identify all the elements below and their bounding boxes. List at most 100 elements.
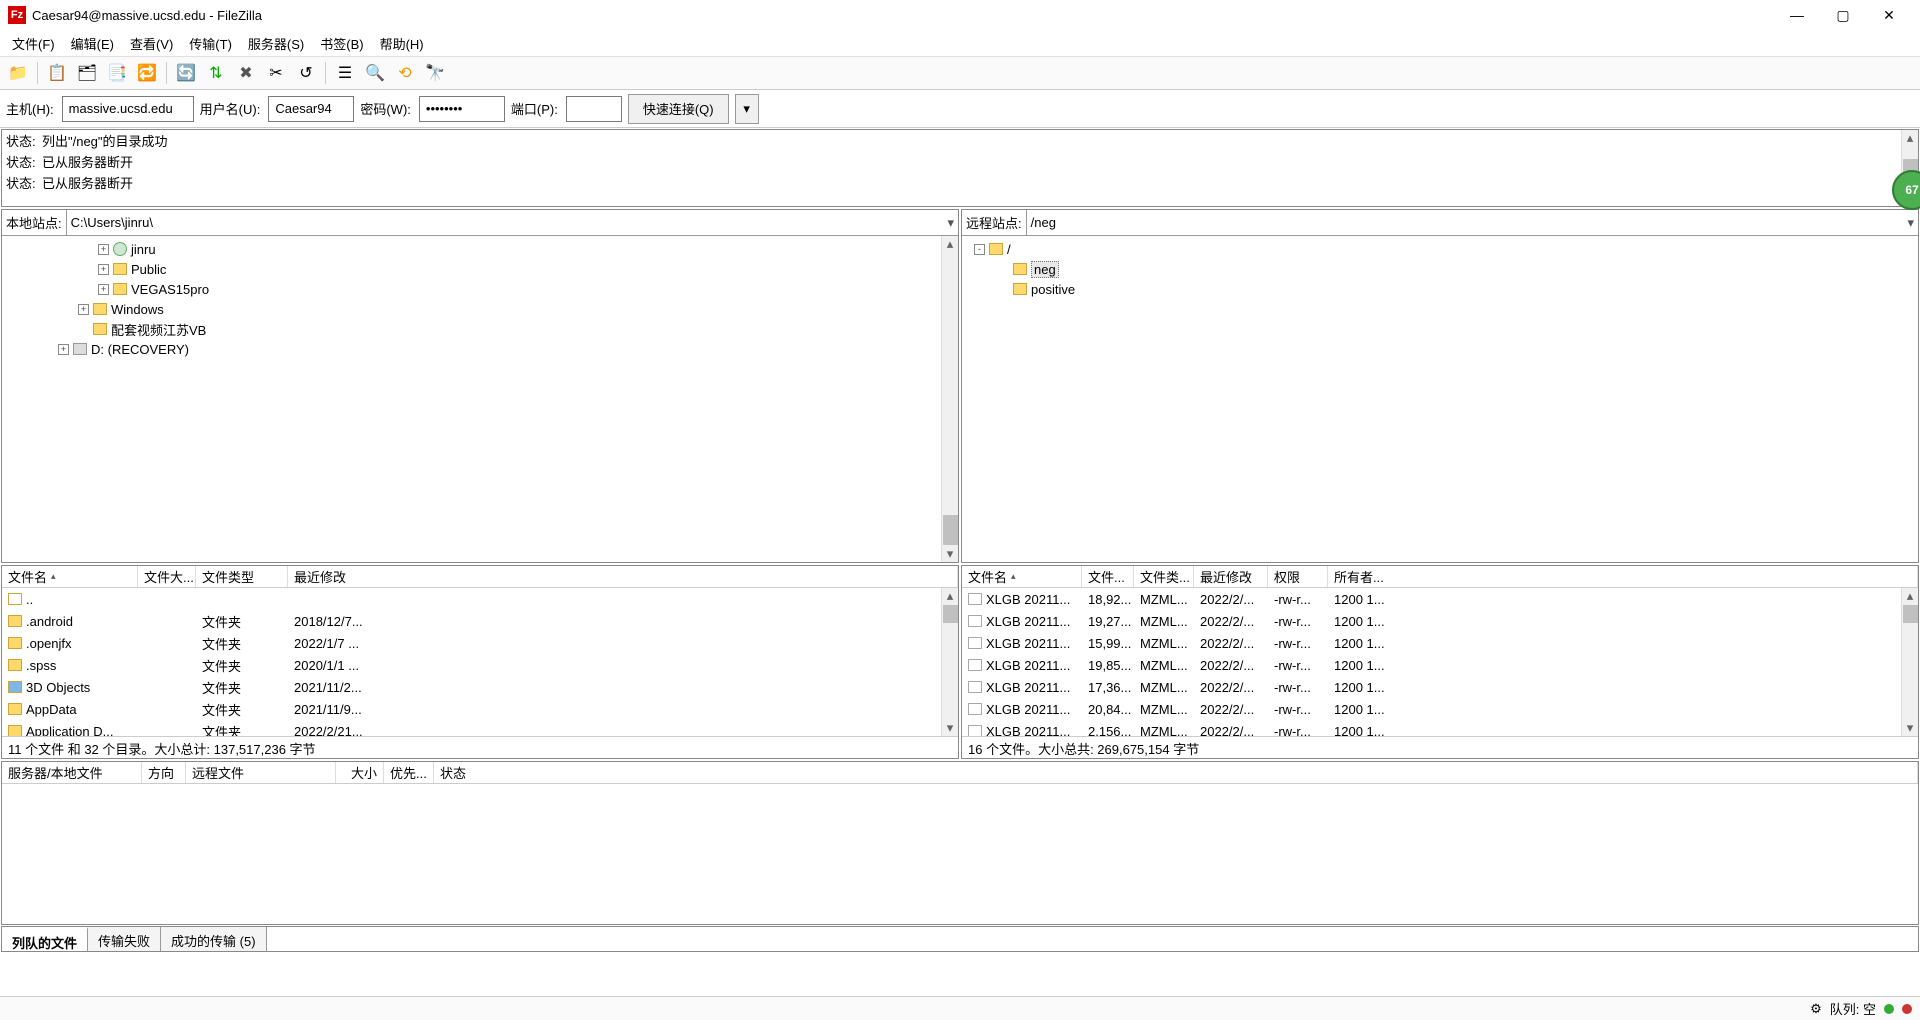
menu-help[interactable]: 帮助(H)	[372, 31, 432, 56]
remote-path-combo[interactable]: /neg ▾	[1026, 210, 1918, 235]
tree-node[interactable]: +jinru	[8, 239, 952, 259]
col-perm[interactable]: 权限	[1268, 566, 1328, 587]
list-item[interactable]: AppData文件夹2021/11/9...	[2, 698, 958, 720]
process-queue-icon[interactable]: ⇅	[202, 59, 230, 87]
scrollbar[interactable]: ▴▾	[941, 588, 958, 736]
scrollbar[interactable]: ▴▾	[941, 236, 958, 562]
col-type[interactable]: 文件类型	[196, 566, 288, 587]
menu-transfer[interactable]: 传输(T)	[181, 31, 240, 56]
list-item[interactable]: 3D Objects文件夹2021/11/2...	[2, 676, 958, 698]
list-item[interactable]: XLGB 20211...20,84...MZML...2022/2/...-r…	[962, 698, 1918, 720]
refresh-icon[interactable]: 🔄	[172, 59, 200, 87]
toggle-queue-icon[interactable]: 📑	[103, 59, 131, 87]
toggle-log-icon[interactable]: 📋	[43, 59, 71, 87]
list-item[interactable]: Application D...文件夹2022/2/21...	[2, 720, 958, 736]
col-modified[interactable]: 最近修改	[1194, 566, 1268, 587]
sitemanager-icon[interactable]: 📁	[4, 59, 32, 87]
menu-view[interactable]: 查看(V)	[122, 31, 181, 56]
close-button[interactable]: ✕	[1866, 0, 1912, 30]
remote-site-label: 远程站点:	[962, 213, 1026, 232]
tab-failed[interactable]: 传输失败	[88, 927, 161, 951]
local-status: 11 个文件 和 32 个目录。大小总计: 137,517,236 字节	[2, 736, 958, 758]
pass-input[interactable]	[419, 96, 505, 122]
port-label: 端口(P):	[511, 99, 560, 118]
col-priority[interactable]: 优先...	[384, 762, 434, 783]
col-size[interactable]: 文件大...	[138, 566, 196, 587]
tree-toggle[interactable]: -	[974, 244, 985, 255]
menu-edit[interactable]: 编辑(E)	[63, 31, 122, 56]
sync-browse-icon[interactable]: 🔁	[133, 59, 161, 87]
list-item[interactable]: .openjfx文件夹2022/1/7 ...	[2, 632, 958, 654]
tree-toggle[interactable]: +	[98, 284, 109, 295]
quickconnect-dropdown[interactable]: ▾	[735, 94, 759, 124]
file-icon	[968, 615, 982, 627]
port-input[interactable]	[566, 96, 622, 122]
col-size[interactable]: 大小	[336, 762, 384, 783]
tree-toggle[interactable]: +	[98, 264, 109, 275]
queue-body	[2, 784, 1918, 924]
local-site-label: 本地站点:	[2, 213, 66, 232]
tree-node[interactable]: +VEGAS15pro	[8, 279, 952, 299]
col-server[interactable]: 服务器/本地文件	[2, 762, 142, 783]
local-tree[interactable]: ▴▾ +jinru+Public+VEGAS15pro+Windows配套视频江…	[2, 236, 958, 562]
menu-server[interactable]: 服务器(S)	[240, 31, 312, 56]
scrollbar[interactable]: ▴▾	[1901, 588, 1918, 736]
tree-toggle[interactable]: +	[98, 244, 109, 255]
tree-node[interactable]: +Windows	[8, 299, 952, 319]
tab-queued[interactable]: 列队的文件	[2, 927, 88, 951]
local-path-combo[interactable]: C:\Users\jinru\ ▾	[66, 210, 958, 235]
tab-success[interactable]: 成功的传输 (5)	[161, 927, 267, 951]
remote-tree[interactable]: -/negpositive	[962, 236, 1918, 562]
list-item[interactable]: .android文件夹2018/12/7...	[2, 610, 958, 632]
col-modified[interactable]: 最近修改	[288, 566, 958, 587]
host-label: 主机(H):	[6, 99, 56, 118]
col-name[interactable]: 文件名▴	[962, 566, 1082, 587]
cancel-icon[interactable]: ✖	[232, 59, 260, 87]
tree-node[interactable]: +D: (RECOVERY)	[8, 339, 952, 359]
local-file-list[interactable]: 文件名▴ 文件大... 文件类型 最近修改 ...android文件夹2018/…	[1, 565, 959, 759]
list-item[interactable]: XLGB 20211...18,92...MZML...2022/2/...-r…	[962, 588, 1918, 610]
tree-node[interactable]: positive	[968, 279, 1912, 299]
user-input[interactable]	[268, 96, 354, 122]
host-input[interactable]	[62, 96, 194, 122]
search-icon[interactable]: 🔍	[361, 59, 389, 87]
disconnect-icon[interactable]: ✂	[262, 59, 290, 87]
binoculars-icon[interactable]: 🔭	[421, 59, 449, 87]
tree-toggle[interactable]: +	[58, 344, 69, 355]
list-item[interactable]: XLGB 20211...19,27...MZML...2022/2/...-r…	[962, 610, 1918, 632]
col-remote[interactable]: 远程文件	[186, 762, 336, 783]
list-item[interactable]: .spss文件夹2020/1/1 ...	[2, 654, 958, 676]
minimize-button[interactable]: —	[1774, 0, 1820, 30]
list-item[interactable]: XLGB 20211...17,36...MZML...2022/2/...-r…	[962, 676, 1918, 698]
col-size[interactable]: 文件...	[1082, 566, 1134, 587]
tree-toggle[interactable]: +	[78, 304, 89, 315]
settings-icon[interactable]: ⚙	[1810, 1001, 1822, 1017]
menu-bookmarks[interactable]: 书签(B)	[312, 31, 371, 56]
col-status[interactable]: 状态	[434, 762, 1918, 783]
list-item[interactable]: ..	[2, 588, 958, 610]
list-item[interactable]: XLGB 20211...2,156...MZML...2022/2/...-r…	[962, 720, 1918, 736]
user-label: 用户名(U):	[200, 99, 263, 118]
tree-node[interactable]: +Public	[8, 259, 952, 279]
compare-icon[interactable]: ⟲	[391, 59, 419, 87]
filter-icon[interactable]: ☰	[331, 59, 359, 87]
list-item[interactable]: XLGB 20211...15,99...MZML...2022/2/...-r…	[962, 632, 1918, 654]
col-name[interactable]: 文件名▴	[2, 566, 138, 587]
tree-node[interactable]: -/	[968, 239, 1912, 259]
toggle-tree-icon[interactable]: 🗂	[73, 59, 101, 87]
file-icon	[968, 725, 982, 736]
col-direction[interactable]: 方向	[142, 762, 186, 783]
col-owner[interactable]: 所有者...	[1328, 566, 1918, 587]
tree-node[interactable]: 配套视频江苏VB	[8, 319, 952, 339]
folder-icon	[8, 637, 22, 649]
tree-node[interactable]: neg	[968, 259, 1912, 279]
col-type[interactable]: 文件类...	[1134, 566, 1194, 587]
menu-file[interactable]: 文件(F)	[4, 31, 63, 56]
remote-file-list[interactable]: 文件名▴ 文件... 文件类... 最近修改 权限 所有者... XLGB 20…	[961, 565, 1919, 759]
list-item[interactable]: XLGB 20211...19,85...MZML...2022/2/...-r…	[962, 654, 1918, 676]
quickconnect-button[interactable]: 快速连接(Q)	[628, 94, 729, 124]
maximize-button[interactable]: ▢	[1820, 0, 1866, 30]
reconnect-icon[interactable]: ↺	[292, 59, 320, 87]
status-dot-green	[1884, 1004, 1894, 1014]
pass-label: 密码(W):	[360, 99, 413, 118]
